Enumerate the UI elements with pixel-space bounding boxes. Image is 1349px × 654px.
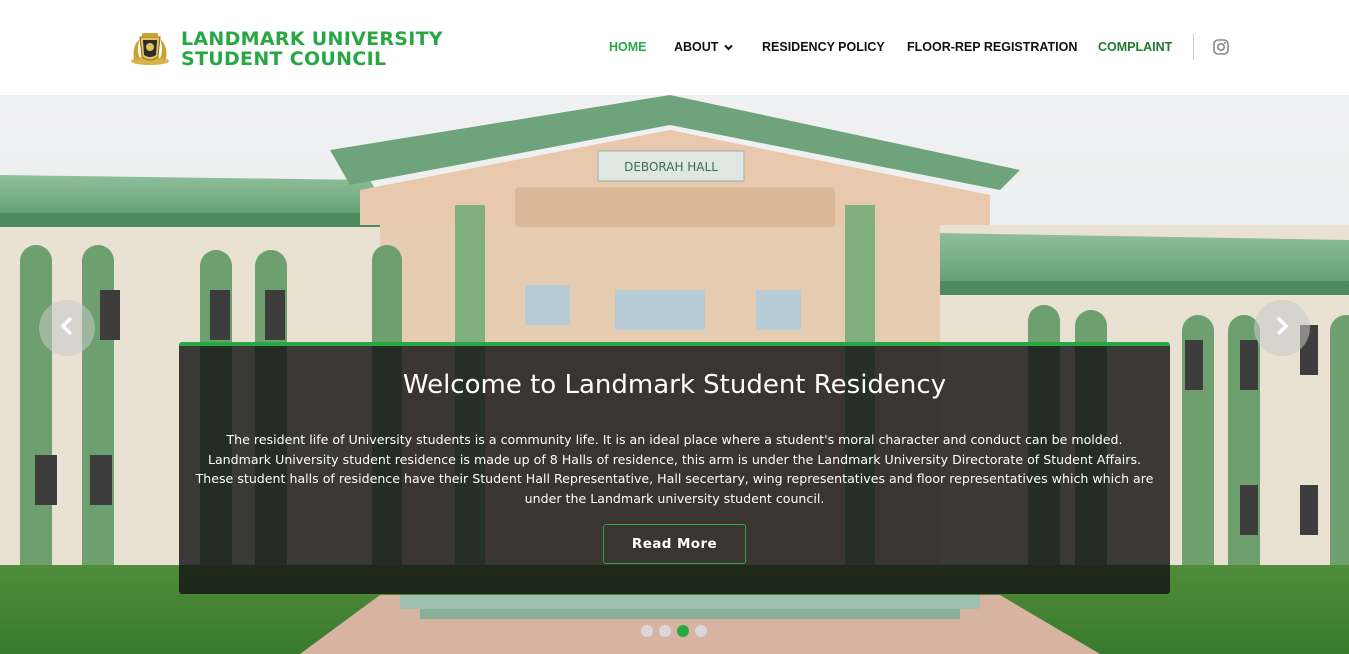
carousel-dot-active[interactable] [677, 625, 689, 637]
slide-caption: Welcome to Landmark Student Residency Th… [179, 342, 1170, 594]
slide-paragraph-line: Landmark University student residence is… [207, 451, 1142, 467]
nav-complaint[interactable]: COMPLAINT [1098, 40, 1172, 54]
carousel-indicators [641, 625, 707, 637]
carousel-next-button[interactable] [1254, 300, 1310, 356]
carousel-dot[interactable] [695, 625, 707, 637]
nav-floor-rep-registration[interactable]: FLOOR-REP REGISTRATION [907, 40, 1077, 54]
slide-description: The resident life of University students… [179, 430, 1170, 508]
chevron-down-icon [724, 43, 734, 54]
main-nav: HOME ABOUT RESIDENCY POLICY FLOOR-REP RE… [0, 38, 1349, 58]
nav-about[interactable]: ABOUT [674, 40, 734, 54]
slide-paragraph-line: The resident life of University students… [226, 432, 1123, 447]
chevron-left-icon [59, 316, 75, 341]
read-more-button[interactable]: Read More [603, 524, 746, 564]
slide-paragraph-line: These student halls of residence have th… [195, 471, 1154, 506]
building-sign: DEBORAH HALL [624, 160, 718, 174]
nav-about-label: ABOUT [674, 40, 719, 54]
nav-residency-policy[interactable]: RESIDENCY POLICY [762, 40, 885, 54]
hero-carousel: DEBORAH HALL Welcome to Landmark Student… [0, 95, 1349, 654]
carousel-prev-button[interactable] [39, 300, 95, 356]
nav-home[interactable]: HOME [609, 40, 647, 54]
nav-divider [1193, 34, 1194, 60]
site-header: LANDMARK UNIVERSITY STUDENT COUNCIL HOME… [0, 0, 1349, 95]
chevron-right-icon [1274, 316, 1290, 341]
carousel-dot[interactable] [641, 625, 653, 637]
instagram-icon[interactable] [1213, 39, 1229, 55]
carousel-dot[interactable] [659, 625, 671, 637]
slide-title: Welcome to Landmark Student Residency [402, 370, 947, 400]
